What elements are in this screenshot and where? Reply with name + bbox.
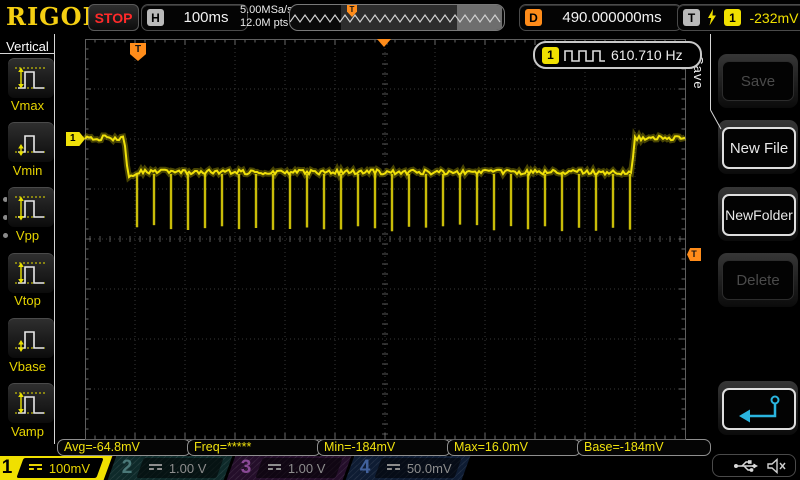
- vpp-icon: [12, 192, 50, 222]
- freq-counter-value: 610.710 Hz: [611, 47, 683, 63]
- softkey-vamp[interactable]: [7, 382, 55, 424]
- frequency-counter: 1 610.710 Hz: [533, 41, 702, 69]
- softkey-vmax-label: Vmax: [0, 98, 55, 113]
- measurement-base: Base=-184mV: [577, 439, 711, 456]
- dc-coupling-icon: [387, 464, 400, 472]
- measurement-min: Min=-184mV: [317, 439, 451, 456]
- softkey-vmin[interactable]: [7, 121, 55, 163]
- vbase-icon: [12, 323, 50, 353]
- channel-4-number: 4: [354, 456, 376, 480]
- channel-3-scale: 1.00 V: [255, 458, 342, 478]
- softkey-vbase[interactable]: [7, 317, 55, 359]
- usb-icon: [733, 458, 759, 474]
- channel-1-scale: 100mV: [16, 458, 103, 478]
- delay-value: 490.000000ms: [548, 9, 676, 26]
- channel-2-scale: 1.00 V: [136, 458, 223, 478]
- delete-button[interactable]: Delete: [722, 260, 794, 300]
- softkey-vmin-label: Vmin: [0, 163, 55, 178]
- channel-2[interactable]: 2 1.00 V: [108, 456, 233, 480]
- trigger-box: T 1 -232mV: [677, 4, 800, 31]
- freq-counter-channel-badge: 1: [542, 47, 559, 64]
- menu-key-save: Save: [718, 54, 798, 108]
- trigger-badge: T: [683, 9, 700, 26]
- square-wave-icon: [564, 48, 606, 63]
- menu-key-new-folder: NewFolder: [718, 187, 798, 241]
- waveform-memory-preview: T: [289, 4, 505, 31]
- sample-rate: 5.00MSa/s: [240, 4, 293, 17]
- softkey-vmax[interactable]: [7, 57, 55, 99]
- memory-waveform-icon: [290, 5, 504, 30]
- trigger-level-marker: T: [687, 248, 701, 261]
- save-button[interactable]: Save: [722, 61, 794, 101]
- measurement-max: Max=16.0mV: [447, 439, 581, 456]
- menu-key-back: [718, 381, 798, 435]
- channel-1[interactable]: 1 100mV: [0, 456, 112, 480]
- channel1-position-marker: 1: [66, 132, 85, 146]
- measurement-avg: Avg=-64.8mV: [57, 439, 191, 456]
- trigger-source-badge: 1: [724, 9, 741, 26]
- system-status-icons: [712, 454, 796, 477]
- vamp-icon: [12, 388, 50, 418]
- dc-coupling-icon: [149, 464, 162, 472]
- graticule-and-waveform: [0, 0, 800, 480]
- softkey-vtop-label: Vtop: [0, 293, 55, 308]
- measurement-freq: Freq=*****: [187, 439, 321, 456]
- menu-key-new-file: New File: [718, 120, 798, 174]
- channel-4[interactable]: 4 50.0mV: [346, 456, 471, 480]
- back-button[interactable]: [722, 388, 796, 430]
- delay-badge: D: [525, 9, 542, 26]
- vmin-icon: [12, 127, 50, 157]
- edge-trigger-icon: [706, 9, 718, 26]
- channel-1-number: 1: [0, 456, 18, 480]
- screen-center-marker-icon: [377, 39, 391, 47]
- dc-coupling-icon: [268, 464, 281, 472]
- h-badge: H: [147, 9, 164, 26]
- softkey-vamp-label: Vamp: [0, 424, 55, 439]
- oscilloscope-screen: RIGOL STOP H 100ms 5.00MSa/s 12.0M pts T…: [0, 0, 800, 480]
- timebase-value: 100ms: [170, 9, 242, 26]
- return-arrow-icon: [731, 394, 787, 424]
- channel-2-number: 2: [116, 456, 138, 480]
- horizontal-timebase-box: H 100ms: [141, 4, 248, 31]
- new-file-button[interactable]: New File: [722, 127, 796, 169]
- speaker-muted-icon: [767, 458, 787, 474]
- softkey-vbase-label: Vbase: [0, 359, 55, 374]
- dc-coupling-icon: [29, 464, 42, 472]
- vmax-icon: [12, 63, 50, 93]
- memory-depth: 12.0M pts: [240, 17, 293, 30]
- acquisition-info: 5.00MSa/s 12.0M pts: [240, 4, 293, 30]
- channel-3-number: 3: [235, 456, 257, 480]
- menu-key-delete: Delete: [718, 253, 798, 307]
- softkey-vpp[interactable]: [7, 186, 55, 228]
- rigol-logo: RIGOL: [6, 2, 100, 31]
- trigger-position-flag-icon: T: [130, 43, 146, 61]
- left-menu-title: Vertical: [0, 39, 55, 54]
- channel-3[interactable]: 3 1.00 V: [227, 456, 352, 480]
- softkey-vtop[interactable]: [7, 252, 55, 294]
- new-folder-button[interactable]: NewFolder: [722, 194, 796, 236]
- vtop-icon: [12, 258, 50, 288]
- delay-box: D 490.000000ms: [519, 4, 682, 31]
- trigger-level-value: -232mV: [747, 10, 800, 26]
- channel-4-scale: 50.0mV: [374, 458, 461, 478]
- softkey-vpp-label: Vpp: [0, 228, 55, 243]
- channel-status-bar: 1 100mV 2 1.00 V 3 1.00 V 4 50.0mV: [0, 456, 800, 480]
- run-state-indicator: STOP: [88, 4, 139, 31]
